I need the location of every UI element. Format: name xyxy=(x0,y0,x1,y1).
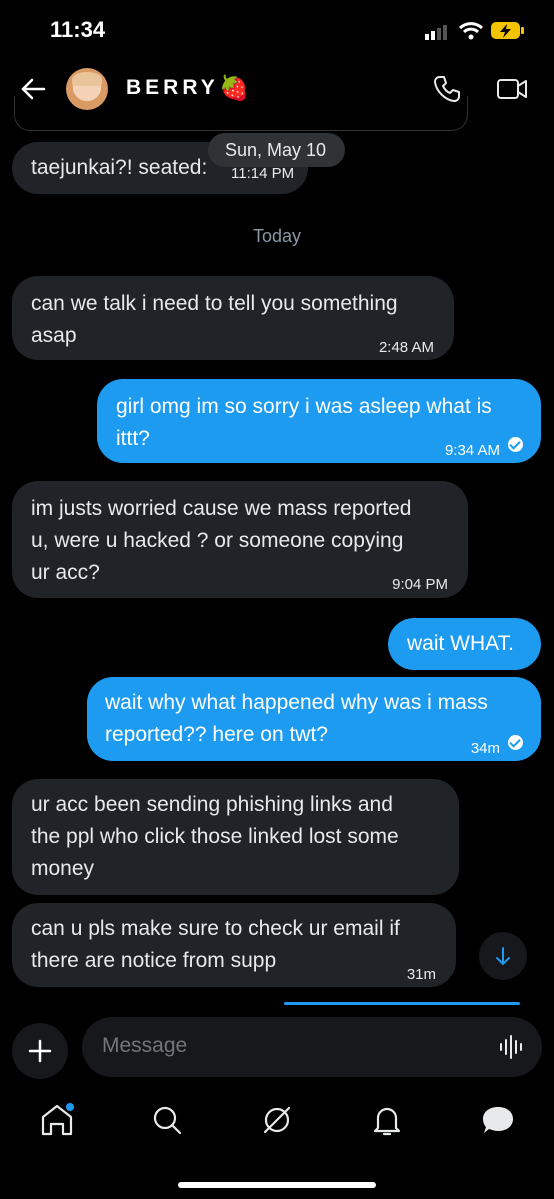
read-check-icon xyxy=(508,437,523,452)
message-bubble[interactable]: wait WHAT. xyxy=(388,618,541,670)
scroll-to-bottom-button[interactable] xyxy=(479,932,527,980)
grok-icon[interactable] xyxy=(257,1100,297,1140)
message-line: there are notice from supp xyxy=(31,949,277,972)
message-line: reported?? here on twt? xyxy=(105,723,328,746)
date-tooltip: Sun, May 10 xyxy=(208,133,345,167)
message-bubble[interactable]: can u pls make sure to check ur email if… xyxy=(12,903,456,987)
message-placeholder: Message xyxy=(102,1034,188,1057)
message-bubble[interactable]: can we talk i need to tell you something… xyxy=(12,276,454,360)
message-line: can u pls make sure to check ur email if xyxy=(31,917,400,940)
message-bubble[interactable]: im justs worried cause we mass reported … xyxy=(12,481,468,598)
message-text: taejunkai?! seated: xyxy=(31,156,208,179)
message-input[interactable]: Message xyxy=(82,1017,542,1077)
cellular-signal-icon xyxy=(425,25,447,40)
next-bubble-edge xyxy=(284,1002,520,1005)
battery-icon xyxy=(491,22,524,39)
message-time: 34m xyxy=(470,740,500,757)
message-bubble[interactable]: wait why what happened why was i mass re… xyxy=(87,677,541,761)
message-line: im justs worried cause we mass reported xyxy=(31,497,412,520)
home-indicator xyxy=(178,1182,376,1188)
read-check-icon xyxy=(508,735,523,750)
status-time: 11:34 xyxy=(50,17,106,42)
waveform-icon[interactable] xyxy=(498,1034,526,1060)
message-line: can we talk i need to tell you something xyxy=(31,292,398,315)
add-media-button[interactable] xyxy=(12,1023,68,1079)
message-line: money xyxy=(31,857,95,880)
message-line: girl omg im so sorry i was asleep what i… xyxy=(116,395,492,418)
message-line: ur acc? xyxy=(31,561,100,584)
video-icon[interactable] xyxy=(496,76,528,102)
shared-post-card-edge xyxy=(14,96,468,131)
date-tooltip-date: Sun, May 10 xyxy=(225,140,327,160)
message-time: 31m xyxy=(406,966,436,983)
search-icon[interactable] xyxy=(147,1100,187,1140)
message-bubble[interactable]: ur acc been sending phishing links and t… xyxy=(12,779,459,895)
message-line: wait WHAT. xyxy=(407,632,514,655)
message-time: 9:34 AM xyxy=(444,442,500,459)
message-time: 9:04 PM xyxy=(392,576,448,593)
message-bubble[interactable]: girl omg im so sorry i was asleep what i… xyxy=(97,379,541,463)
date-tooltip-time: 11:14 PM xyxy=(231,165,295,182)
messages-icon[interactable] xyxy=(478,1100,518,1140)
home-icon[interactable] xyxy=(37,1100,77,1140)
bell-icon[interactable] xyxy=(367,1100,407,1140)
message-line: u, were u hacked ? or someone copying xyxy=(31,529,404,552)
message-line: wait why what happened why was i mass xyxy=(105,691,488,714)
message-time: 2:48 AM xyxy=(378,339,434,356)
chevron-down-icon xyxy=(496,947,510,966)
message-line: ittt? xyxy=(116,427,150,450)
plus-icon xyxy=(28,1039,52,1063)
message-line: ur acc been sending phishing links and xyxy=(31,793,393,816)
wifi-icon xyxy=(458,22,484,40)
date-divider: Today xyxy=(252,226,302,246)
message-line: asap xyxy=(31,324,77,347)
message-line: the ppl who click those linked lost some xyxy=(31,825,399,848)
